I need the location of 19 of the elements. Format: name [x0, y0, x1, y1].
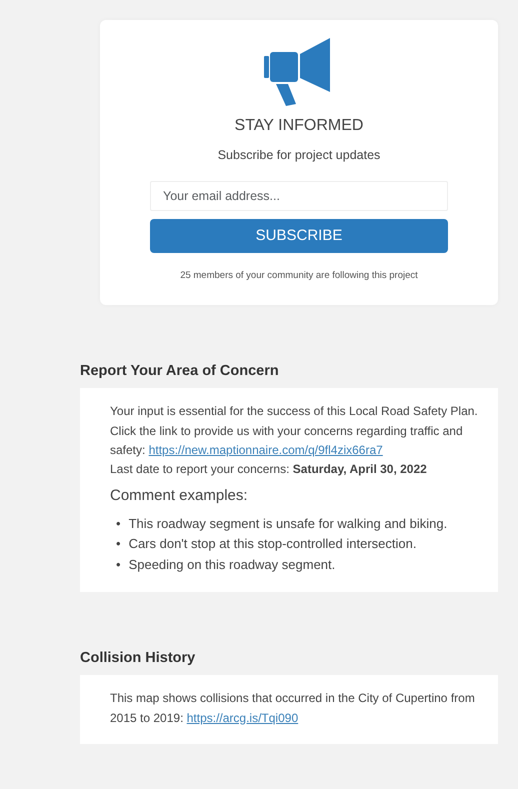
link[interactable]: https://arcg.is/Tqi090 — [186, 710, 298, 725]
follower-count: 25 members of your community are following this project — [179, 268, 419, 283]
email-field[interactable]: Your email address... — [150, 180, 448, 211]
subscribe-button[interactable]: SUBSCRIBE — [150, 218, 448, 253]
bullet-marker: • — [116, 556, 121, 574]
subheading: Comment examples: — [110, 486, 249, 506]
list-item: This roadway segment is unsafe for walking and biking. — [128, 514, 448, 533]
bullet-marker: • — [116, 514, 121, 533]
paragraph: This map shows collisions that occurred in the City of Cupertino from 2015 to 2019: https://arcg.is/Tqi090 — [110, 690, 476, 727]
section-heading: Report Your Area of Concern — [80, 362, 280, 381]
bullet-marker: • — [116, 535, 121, 554]
paragraph: Your input is essential for the success of this Local Road Safety Plan. Click the link to provide us with your concerns regarding traffic and safety: https://new.maptionnaire.com/q/9fl4zix66ra7 — [110, 403, 479, 459]
list-item: Cars don't stop at this stop-controlled intersection. — [128, 535, 416, 554]
section-title: STAY INFORMED — [234, 116, 364, 136]
list-item: Speeding on this roadway segment. — [128, 556, 336, 574]
paragraph: Last date to report your concerns: Saturday, April 30, 2022 — [110, 460, 428, 478]
subtitle: Subscribe for project updates — [216, 147, 382, 164]
link[interactable]: https://new.maptionnaire.com/q/9fl4zix66ra7 — [148, 442, 383, 457]
section-heading: Collision History — [80, 649, 196, 668]
